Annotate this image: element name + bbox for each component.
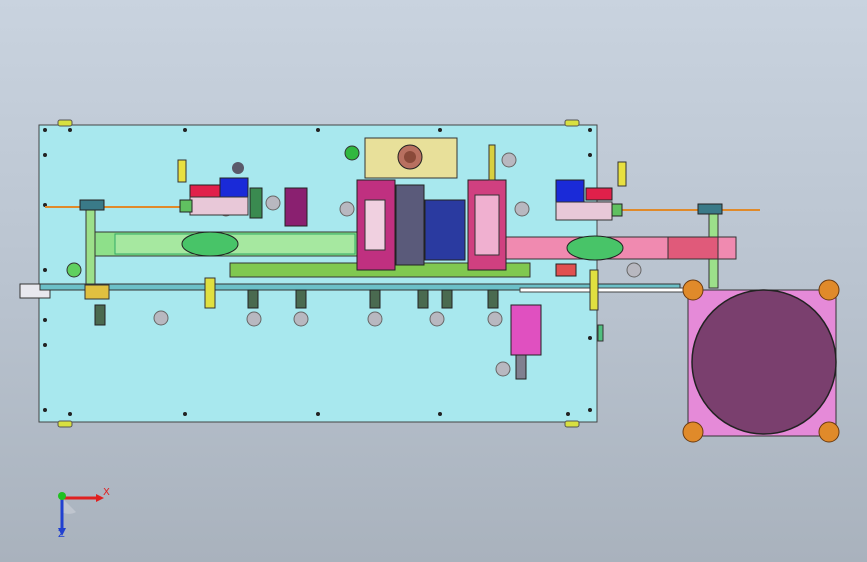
green-indicator-top bbox=[344, 145, 360, 161]
red-block-left bbox=[189, 184, 221, 198]
carriage-left bbox=[189, 196, 249, 216]
belt-right-end bbox=[667, 236, 719, 260]
yellow-rod-right bbox=[589, 269, 599, 311]
handle-left bbox=[177, 159, 187, 183]
bracket-right bbox=[611, 203, 623, 217]
station-4-core bbox=[474, 194, 500, 256]
magenta-box bbox=[510, 304, 542, 356]
blue-block-right bbox=[555, 179, 585, 203]
station-2 bbox=[395, 184, 425, 266]
left-post bbox=[85, 204, 96, 296]
machine-model[interactable] bbox=[0, 0, 867, 562]
x-axis-label: X bbox=[103, 487, 110, 498]
z-axis-label: Z bbox=[58, 529, 65, 540]
cad-viewport[interactable]: X Z bbox=[0, 0, 867, 562]
pulley-left bbox=[181, 231, 239, 257]
right-post-cap bbox=[697, 203, 723, 215]
knob-left bbox=[232, 162, 244, 174]
vertical-rod bbox=[488, 144, 496, 181]
coupling-left bbox=[84, 284, 110, 300]
cylinder-left bbox=[284, 187, 308, 227]
station-1-core bbox=[364, 199, 386, 251]
carriage-right bbox=[555, 201, 613, 221]
station-3 bbox=[424, 199, 466, 261]
bracket-left bbox=[179, 199, 193, 213]
pulley-right bbox=[566, 235, 624, 261]
green-indicator bbox=[66, 262, 82, 278]
left-post-cap bbox=[79, 199, 105, 211]
red-block-right bbox=[585, 187, 613, 201]
magenta-box-stem bbox=[515, 354, 527, 380]
motor-shaft-core bbox=[404, 151, 416, 163]
yellow-rod-left bbox=[204, 277, 216, 309]
handle-right bbox=[617, 161, 627, 187]
y-axis-dot bbox=[58, 492, 66, 500]
valve-left bbox=[249, 187, 263, 219]
side-pin bbox=[597, 324, 604, 342]
turntable-disc bbox=[691, 289, 837, 435]
right-rod bbox=[519, 287, 691, 293]
red-sensor bbox=[555, 263, 577, 277]
blue-block-left bbox=[219, 177, 249, 199]
